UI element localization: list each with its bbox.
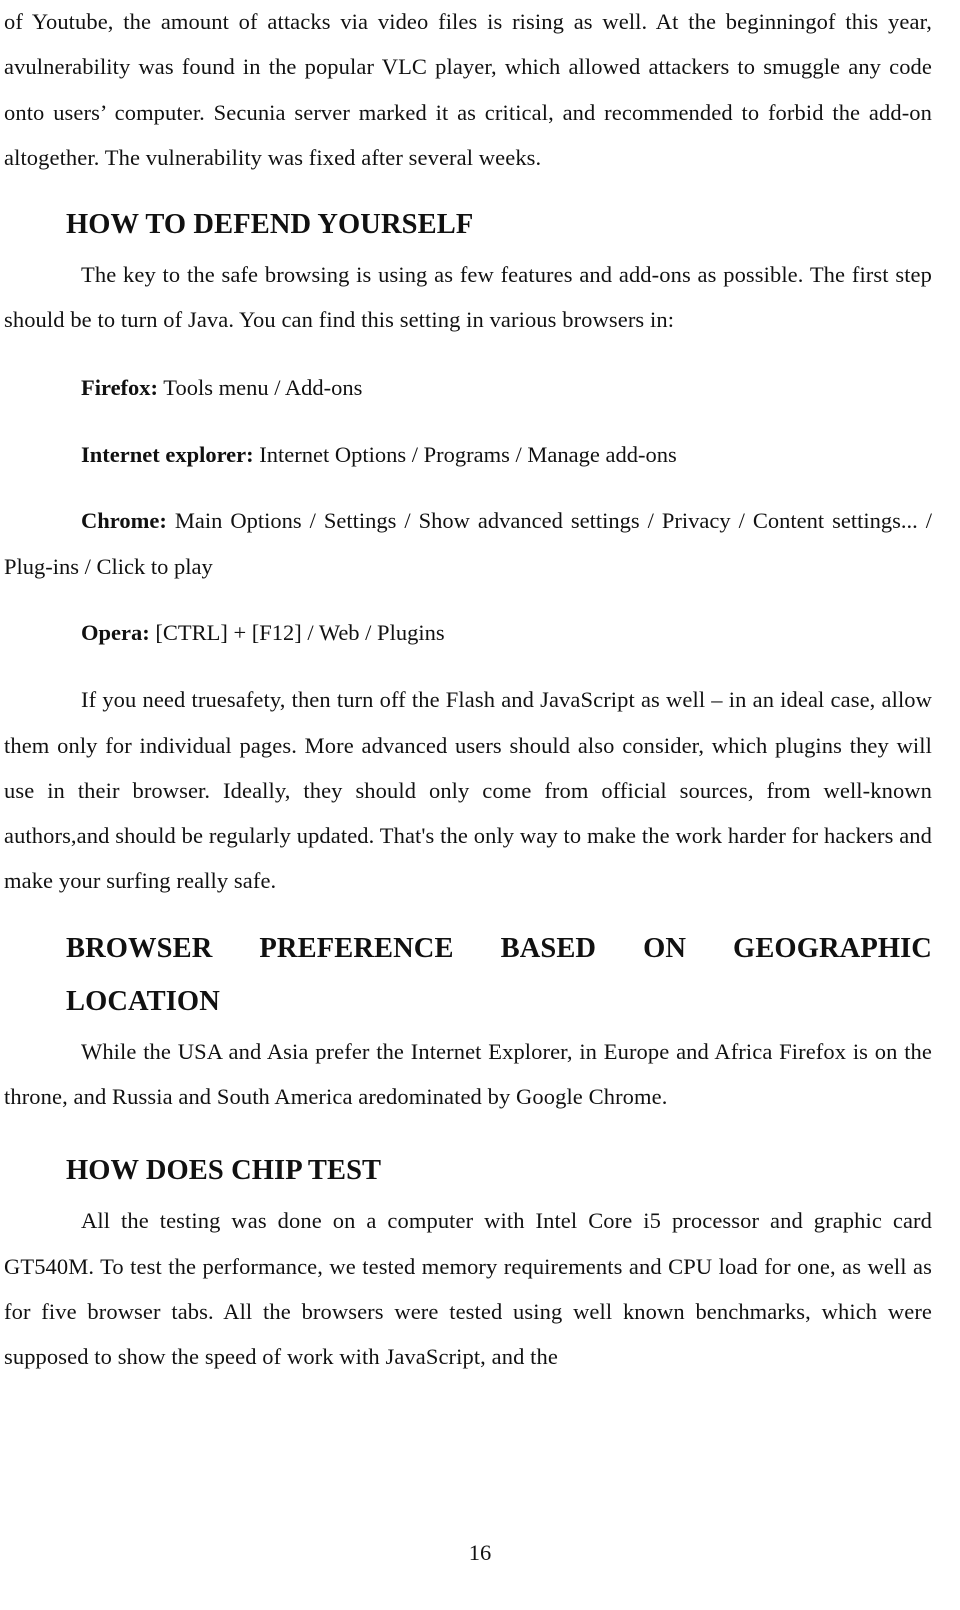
browser-name: Opera: [81, 620, 150, 646]
setting-path: Internet Options / Programs / Manage add… [259, 441, 677, 467]
heading-line-1: BROWSER PREFERENCE BASED ON GEOGRAPHIC [66, 932, 932, 964]
browser-name: Firefox: [81, 374, 159, 400]
heading-browser-preference: BROWSER PREFERENCE BASED ON GEOGRAPHIC L… [4, 922, 932, 1028]
browser-setting-internet-explorer: Internet explorer: Internet Options / Pr… [4, 432, 932, 477]
continued-paragraph: of Youtube, the amount of attacks via vi… [4, 9, 932, 170]
defend-closing-paragraph: If you need truesafety, then turn off th… [4, 687, 932, 894]
browser-name: Internet explorer: [81, 441, 254, 467]
document-page: of Youtube, the amount of attacks via vi… [4, 0, 932, 1380]
setting-path: [CTRL] + [F12] / Web / Plugins [155, 620, 445, 646]
heading-how-to-defend-yourself: HOW TO DEFEND YOURSELF [66, 209, 474, 241]
browser-setting-chrome: Chrome: Main Options / Settings / Show a… [4, 498, 932, 589]
browser-preference-paragraph: While the USA and Asia prefer the Intern… [4, 1038, 932, 1110]
setting-path: Tools menu / Add-ons [163, 374, 363, 400]
heading-line-2: LOCATION [66, 985, 220, 1017]
browser-name: Chrome: [81, 508, 167, 534]
chip-test-paragraph: All the testing was done on a computer w… [4, 1208, 932, 1370]
heading-how-does-chip-test: HOW DOES CHIP TEST [66, 1155, 382, 1187]
defend-intro-paragraph: The key to the safe browsing is using as… [4, 262, 932, 333]
browser-setting-firefox: Firefox: Tools menu / Add-ons [4, 365, 932, 410]
browser-setting-opera: Opera: [CTRL] + [F12] / Web / Plugins [4, 610, 932, 655]
browser-settings-list: Firefox: Tools menu / Add-ons Internet e… [4, 365, 932, 656]
page-number: 16 [468, 1540, 492, 1565]
